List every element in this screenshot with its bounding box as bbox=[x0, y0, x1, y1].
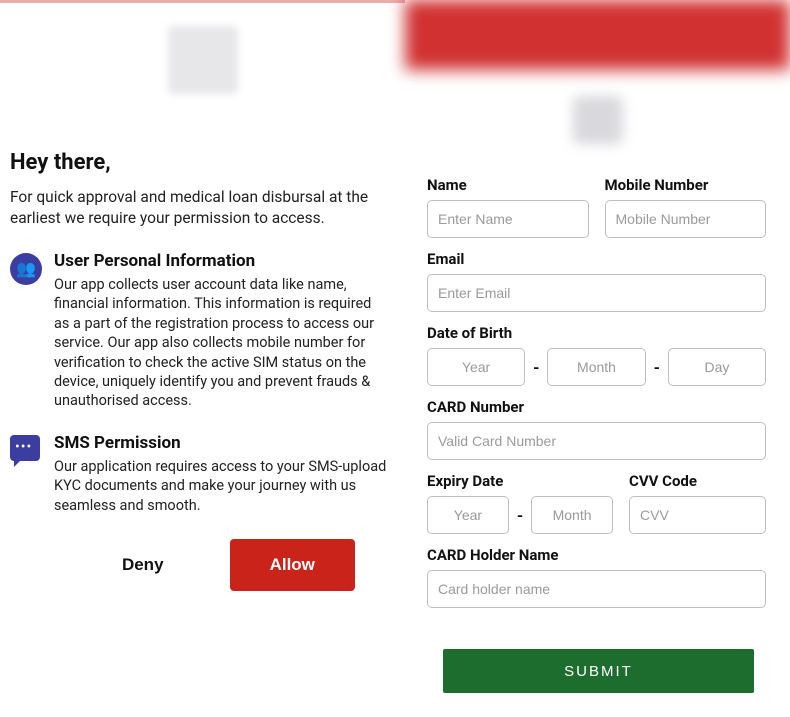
accent-bar bbox=[0, 0, 405, 3]
cvv-label: CVV Code bbox=[629, 472, 766, 490]
dob-month-input[interactable] bbox=[547, 348, 645, 386]
greeting-subline: For quick approval and medical loan disb… bbox=[10, 187, 395, 229]
user-icon: 👥 bbox=[10, 253, 42, 285]
perm-block-personal: 👥 User Personal Information Our app coll… bbox=[10, 251, 395, 411]
card-number-input[interactable] bbox=[427, 422, 766, 460]
greeting-heading: Hey there, bbox=[10, 150, 395, 175]
dob-day-input[interactable] bbox=[668, 348, 766, 386]
form-logo-blurred bbox=[573, 96, 623, 144]
dob-year-input[interactable] bbox=[427, 348, 525, 386]
perm-sms-desc: Our application requires access to your … bbox=[54, 457, 389, 515]
dash-icon: - bbox=[533, 358, 539, 377]
user-icon-wrap: 👥 bbox=[10, 251, 54, 411]
dash-icon: - bbox=[654, 358, 660, 377]
deny-button[interactable]: Deny bbox=[80, 539, 206, 591]
expiry-month-input[interactable] bbox=[531, 496, 613, 534]
perm-block-sms: ••• SMS Permission Our application requi… bbox=[10, 433, 395, 515]
dob-row: - - bbox=[427, 348, 766, 386]
allow-button[interactable]: Allow bbox=[230, 539, 356, 591]
cvv-input[interactable] bbox=[629, 496, 766, 534]
card-holder-label: CARD Holder Name bbox=[427, 546, 766, 564]
perm-personal-title: User Personal Information bbox=[54, 251, 389, 271]
perm-sms-text: SMS Permission Our application requires … bbox=[54, 433, 395, 515]
permission-pane: Hey there, For quick approval and medica… bbox=[0, 0, 405, 717]
submit-button[interactable]: SUBMIT bbox=[443, 649, 754, 693]
expiry-year-input[interactable] bbox=[427, 496, 509, 534]
red-header-band bbox=[405, 0, 790, 70]
app-logo-blurred bbox=[168, 26, 238, 94]
permission-buttons: Deny Allow bbox=[10, 539, 395, 591]
email-label: Email bbox=[427, 250, 766, 268]
dob-label: Date of Birth bbox=[427, 324, 766, 342]
expiry-label: Expiry Date bbox=[427, 472, 613, 490]
email-input[interactable] bbox=[427, 274, 766, 312]
sms-icon: ••• bbox=[10, 435, 40, 461]
card-holder-input[interactable] bbox=[427, 570, 766, 608]
sms-icon-wrap: ••• bbox=[10, 433, 54, 515]
name-label: Name bbox=[427, 176, 589, 194]
perm-personal-desc: Our app collects user account data like … bbox=[54, 275, 389, 411]
card-form: Name Mobile Number Email Date of Birth -… bbox=[427, 176, 766, 620]
dash-icon: - bbox=[517, 506, 523, 525]
mobile-input[interactable] bbox=[605, 200, 767, 238]
mobile-label: Mobile Number bbox=[605, 176, 767, 194]
perm-personal-text: User Personal Information Our app collec… bbox=[54, 251, 395, 411]
perm-sms-title: SMS Permission bbox=[54, 433, 389, 453]
permission-content: Hey there, For quick approval and medica… bbox=[10, 150, 395, 537]
name-input[interactable] bbox=[427, 200, 589, 238]
card-number-label: CARD Number bbox=[427, 398, 766, 416]
form-pane: Name Mobile Number Email Date of Birth -… bbox=[405, 0, 790, 717]
